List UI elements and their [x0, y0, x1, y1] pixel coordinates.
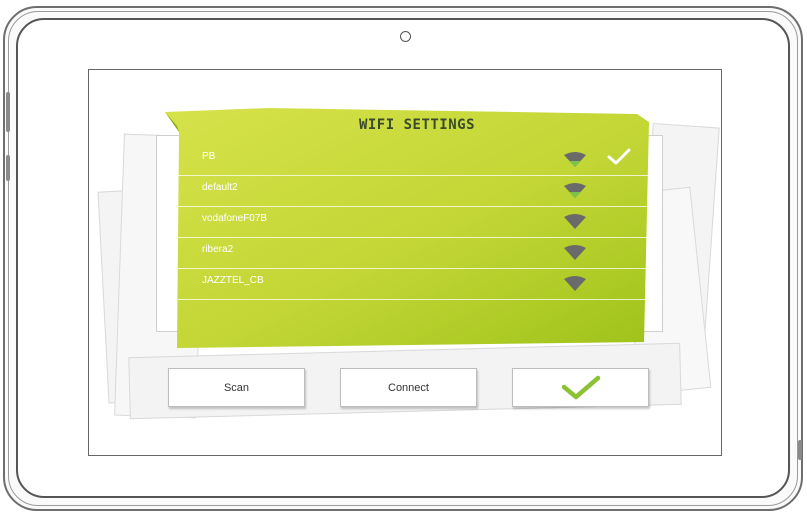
network-row[interactable]: PB [178, 145, 654, 176]
power-button [6, 155, 10, 181]
scan-button-label: Scan [223, 381, 250, 394]
screen: WIFI SETTINGS PB default2 vodafoneF07B r… [88, 69, 722, 456]
wifi-signal-icon [564, 214, 586, 229]
wifi-signal-icon [564, 183, 586, 198]
front-camera [400, 31, 411, 42]
selected-check-icon [607, 148, 631, 165]
network-row[interactable]: vodafoneF07B [178, 207, 654, 238]
network-ssid: vodafoneF07B [202, 213, 268, 224]
connect-button-label: Connect [388, 381, 429, 394]
network-row[interactable]: default2 [178, 176, 654, 207]
network-ssid: PB [202, 151, 216, 162]
wifi-signal-icon [564, 152, 586, 167]
network-ssid: default2 [202, 182, 238, 193]
network-row[interactable]: ribera2 [178, 238, 654, 269]
scan-button[interactable]: Scan [168, 368, 305, 407]
volume-button [6, 92, 10, 132]
dialog-title: WIFI SETTINGS [358, 117, 476, 133]
wifi-signal-icon [564, 245, 586, 260]
side-port [798, 440, 802, 460]
confirm-button[interactable] [512, 368, 649, 407]
checkmark-icon [561, 375, 600, 399]
wifi-signal-icon [564, 276, 586, 291]
network-row[interactable]: JAZZTEL_CB [178, 269, 654, 300]
network-ssid: JAZZTEL_CB [202, 275, 264, 286]
connect-button[interactable]: Connect [340, 368, 477, 407]
network-list: PB default2 vodafoneF07B ribera2 JAZZTEL… [178, 145, 654, 300]
network-ssid: ribera2 [202, 244, 234, 255]
